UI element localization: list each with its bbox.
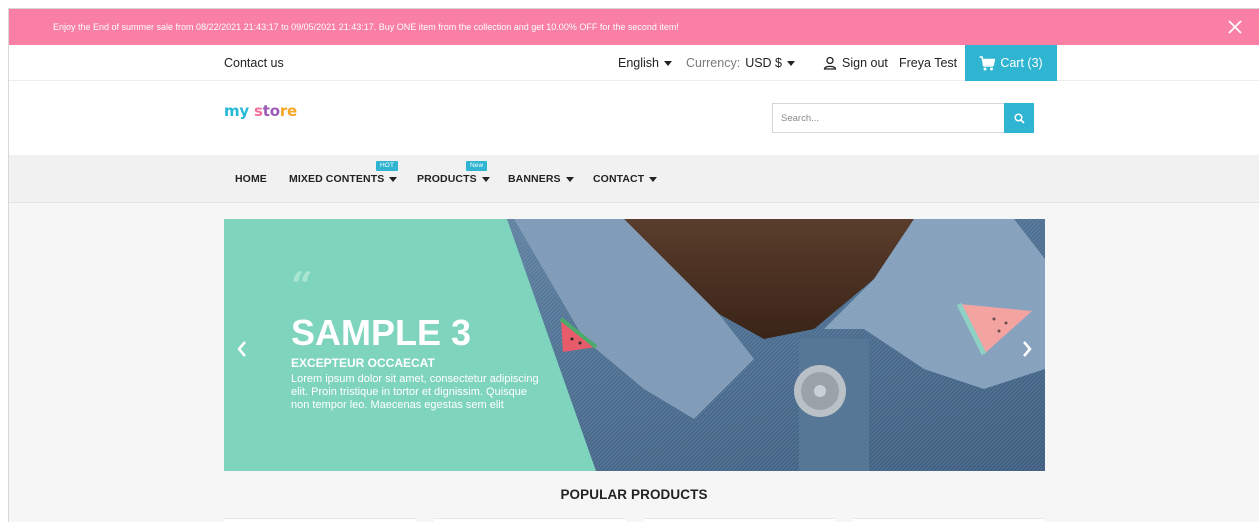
chevron-right-icon — [1023, 341, 1032, 357]
sign-out-link[interactable]: Sign out — [823, 56, 888, 70]
slide-subtitle: EXCEPTEUR OCCAECAT — [291, 356, 435, 370]
caret-down-icon — [481, 176, 490, 182]
menu-item-contact[interactable]: CONTACT — [593, 173, 658, 185]
caret-down-icon — [565, 176, 574, 182]
cart-button[interactable]: Cart (3) — [965, 45, 1057, 81]
account-name-link[interactable]: Freya Test — [899, 56, 957, 70]
search-widget — [772, 103, 1034, 133]
new-badge: New — [466, 161, 488, 171]
promo-banner: Enjoy the End of summer sale from 08/22/… — [9, 9, 1259, 45]
top-nav-bar: Contact us English Currency: USD $ Sign … — [9, 45, 1259, 81]
cart-label: Cart (3) — [1000, 56, 1043, 70]
site-header: my store — [9, 81, 1259, 155]
search-button[interactable] — [1004, 103, 1034, 133]
currency-selector[interactable]: Currency: USD $ — [686, 56, 796, 70]
currency-value: USD $ — [745, 56, 783, 70]
product-card[interactable] — [853, 518, 1045, 522]
quote-icon: “ — [291, 263, 313, 308]
caret-down-icon — [787, 60, 796, 66]
slide-description: Lorem ipsum dolor sit amet, consectetur … — [291, 373, 539, 411]
currency-label: Currency: — [686, 56, 741, 70]
popular-products-heading: POPULAR PRODUCTS — [560, 487, 708, 502]
product-list — [224, 518, 1045, 522]
user-icon — [823, 56, 837, 70]
caret-down-icon — [649, 176, 658, 182]
browser-viewport: Enjoy the End of summer sale from 08/22/… — [8, 8, 1259, 522]
next-slide-button[interactable] — [1018, 337, 1036, 361]
promo-text: Enjoy the End of summer sale from 08/22/… — [53, 22, 679, 32]
product-card[interactable] — [224, 518, 416, 522]
language-label: English — [618, 56, 659, 70]
caret-down-icon — [389, 176, 398, 182]
slide-caption: SAMPLE 3 EXCEPTEUR OCCAECAT Lorem ipsum … — [291, 314, 551, 412]
menu-item-home[interactable]: HOME — [235, 173, 267, 185]
menu-item-products[interactable]: New PRODUCTS — [417, 161, 490, 185]
search-input[interactable] — [772, 103, 1004, 133]
main-menu: HOME HOT MIXED CONTENTS New PRODUCTS BAN… — [9, 155, 1259, 203]
product-card[interactable] — [433, 518, 626, 522]
caret-down-icon — [664, 60, 672, 66]
contact-us-link[interactable]: Contact us — [224, 56, 284, 70]
product-card[interactable] — [643, 518, 836, 522]
chevron-left-icon — [237, 341, 246, 357]
prev-slide-button[interactable] — [233, 337, 251, 361]
search-icon — [1013, 112, 1025, 124]
menu-item-banners[interactable]: BANNERS — [508, 173, 574, 185]
shopping-cart-icon — [979, 55, 996, 70]
homepage-slider: “ SAMPLE 3 EXCEPTEUR OCCAECAT Lorem ipsu… — [224, 219, 1045, 471]
sign-out-label: Sign out — [842, 56, 888, 70]
close-icon[interactable] — [1225, 17, 1245, 37]
language-selector[interactable]: English — [618, 56, 672, 70]
slide-title: SAMPLE 3 — [291, 312, 472, 353]
hot-badge: HOT — [376, 161, 399, 171]
menu-item-mixed-contents[interactable]: HOT MIXED CONTENTS — [289, 161, 399, 185]
store-logo[interactable]: my store — [224, 102, 297, 120]
